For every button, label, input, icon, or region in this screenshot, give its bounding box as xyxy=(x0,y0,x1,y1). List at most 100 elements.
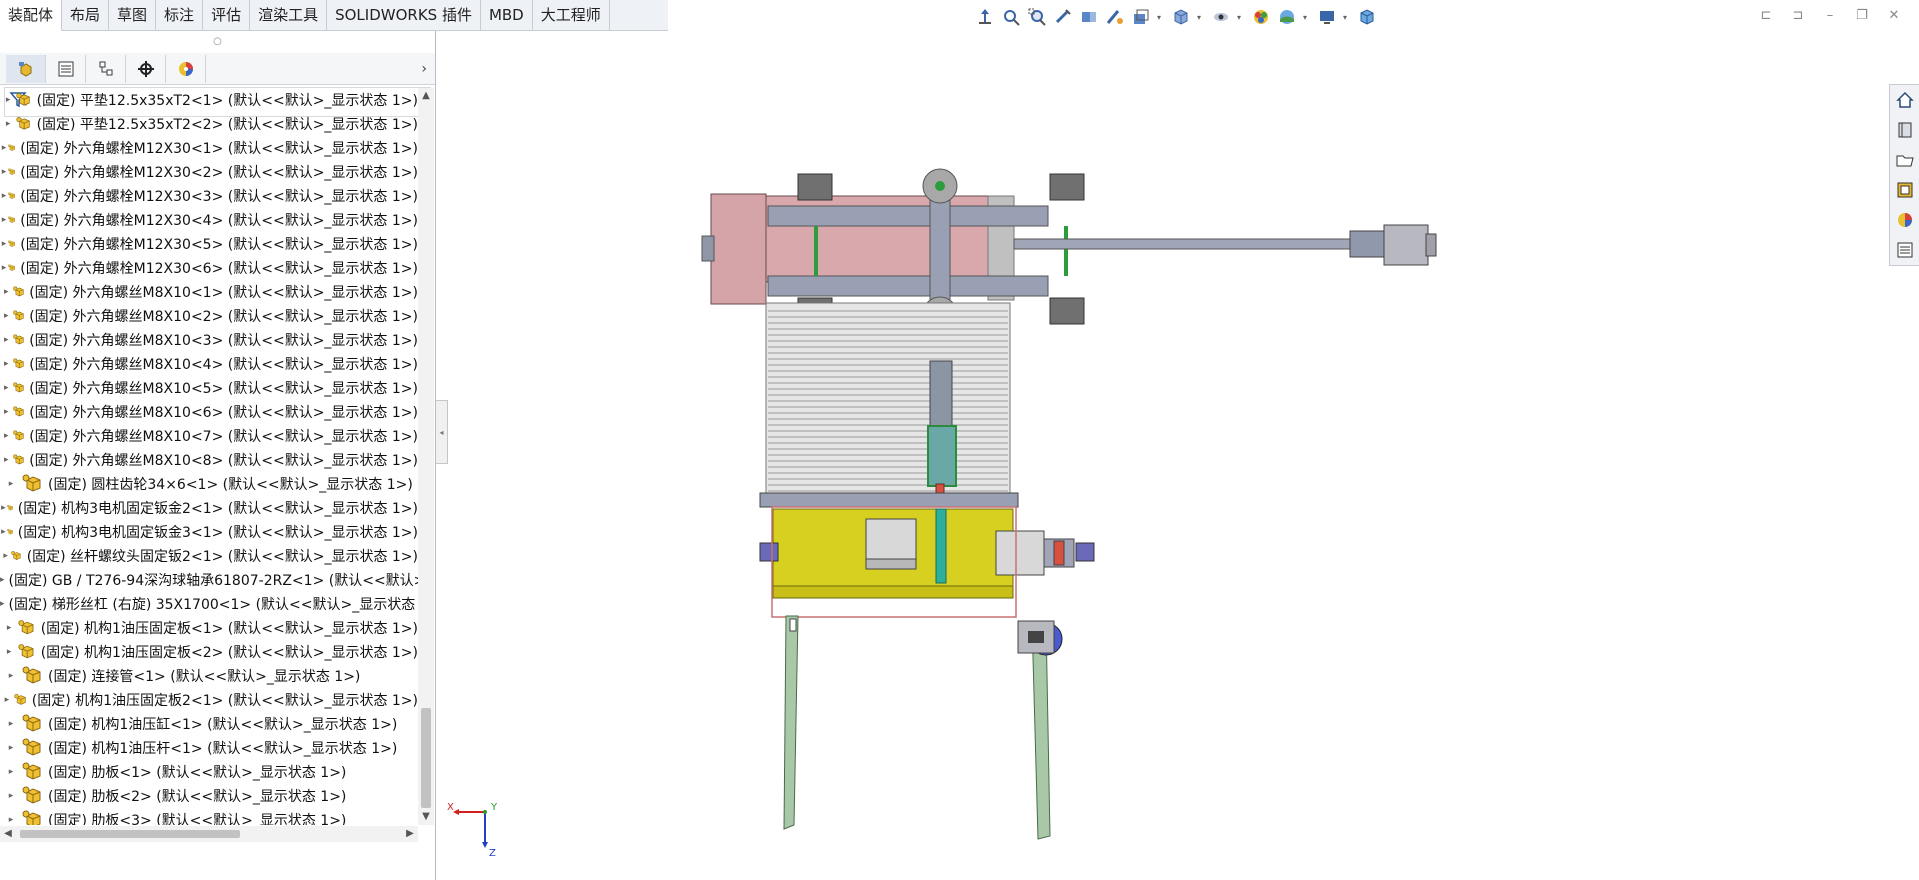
featuremanager-tree-icon[interactable] xyxy=(6,54,46,83)
tree-item[interactable]: ▸ (固定) 外六角螺丝M8X10<5> (默认<<默认>_显示状态 1>) xyxy=(0,376,418,400)
tree-item[interactable]: ▸ (固定) 平垫12.5x35xT2<1> (默认<<默认>_显示状态 1>) xyxy=(0,88,418,112)
tree-item[interactable]: ▸ (固定) 肋板<1> (默认<<默认>_显示状态 1>) xyxy=(0,760,418,784)
tree-item[interactable]: ▸ (固定) 机构1油压杆<1> (默认<<默认>_显示状态 1>) xyxy=(0,736,418,760)
view-settings-icon[interactable] xyxy=(1317,7,1337,27)
tab-5[interactable]: 渲染工具 xyxy=(250,0,328,31)
view-palette-icon[interactable] xyxy=(1890,175,1919,205)
dropdown-arrow-icon[interactable]: ▾ xyxy=(1237,13,1245,22)
expand-arrow-icon[interactable]: ▸ xyxy=(0,383,13,393)
expand-arrow-icon[interactable]: ▸ xyxy=(0,263,8,273)
edit-appearance-icon[interactable] xyxy=(1251,7,1271,27)
tree-item[interactable]: ▸ (固定) 肋板<2> (默认<<默认>_显示状态 1>) xyxy=(0,784,418,808)
dropdown-arrow-icon[interactable]: ▾ xyxy=(1157,13,1165,22)
tree-item[interactable]: ▸ (固定) 外六角螺栓M12X30<6> (默认<<默认>_显示状态 1>) xyxy=(0,256,418,280)
expand-arrow-icon[interactable]: ▸ xyxy=(0,527,7,537)
dynamic-annotation-icon[interactable] xyxy=(1105,7,1125,27)
scroll-down-icon[interactable]: ▼ xyxy=(418,809,434,825)
expand-arrow-icon[interactable]: ▸ xyxy=(0,695,14,705)
expand-arrow-icon[interactable]: ▸ xyxy=(0,647,18,657)
expand-arrow-icon[interactable]: ▸ xyxy=(0,503,7,513)
expand-arrow-icon[interactable]: ▸ xyxy=(0,623,18,633)
apply-scene-icon[interactable] xyxy=(1277,7,1297,27)
tree-item[interactable]: ▸ (固定) 机构3电机固定钣金2<1> (默认<<默认>_显示状态 1>) xyxy=(0,496,418,520)
expand-arrow-icon[interactable]: ▸ xyxy=(0,743,22,753)
propertymanager-icon[interactable] xyxy=(46,54,86,83)
scroll-up-icon[interactable]: ▲ xyxy=(418,88,434,104)
section-view-icon[interactable] xyxy=(1079,7,1099,27)
hide-show-icon[interactable] xyxy=(1211,7,1231,27)
tree-item[interactable]: ▸ (固定) 外六角螺丝M8X10<4> (默认<<默认>_显示状态 1>) xyxy=(0,352,418,376)
tree-item[interactable]: ▸ (固定) 连接管<1> (默认<<默认>_显示状态 1>) xyxy=(0,664,418,688)
tree-item[interactable]: ▸ (固定) 丝杆螺纹头固定钣2<1> (默认<<默认>_显示状态 1>) xyxy=(0,544,418,568)
expand-arrow-icon[interactable]: ▸ xyxy=(0,431,13,441)
restore-icon[interactable]: ❐ xyxy=(1853,6,1871,24)
tree-item[interactable]: ▸ (固定) 肋板<3> (默认<<默认>_显示状态 1>) xyxy=(0,808,418,825)
expand-arrow-icon[interactable]: ▸ xyxy=(0,599,5,609)
tree-vertical-scrollbar[interactable]: ▲ ▼ xyxy=(418,88,434,825)
tree-horizontal-scrollbar[interactable]: ◀ ▶ xyxy=(0,826,418,842)
expand-arrow-icon[interactable]: ▸ xyxy=(0,95,16,105)
design-library-icon[interactable] xyxy=(1890,115,1919,145)
tree-item[interactable]: ▸ (固定) 机构1油压缸<1> (默认<<默认>_显示状态 1>) xyxy=(0,712,418,736)
home-icon[interactable] xyxy=(1890,85,1919,115)
tree-item[interactable]: ▸ (固定) 机构1油压固定板2<1> (默认<<默认>_显示状态 1>) xyxy=(0,688,418,712)
expand-arrow-icon[interactable]: ▸ xyxy=(0,719,22,729)
tree-item[interactable]: ▸ (固定) 外六角螺栓M12X30<3> (默认<<默认>_显示状态 1>) xyxy=(0,184,418,208)
tab-6[interactable]: SOLIDWORKS 插件 xyxy=(327,0,481,31)
assembly-model[interactable] xyxy=(448,31,1889,880)
tree-item[interactable]: ▸ (固定) GB / T276-94深沟球轴承61807-2RZ<1> (默认<… xyxy=(0,568,418,592)
view-display-icon[interactable] xyxy=(1131,7,1151,27)
displaymanager-icon[interactable] xyxy=(166,54,206,83)
scroll-thumb[interactable] xyxy=(421,708,431,808)
expand-arrow-icon[interactable]: ▸ xyxy=(0,407,13,417)
dropdown-arrow-icon[interactable]: ▾ xyxy=(1343,13,1351,22)
tab-2[interactable]: 草图 xyxy=(109,0,157,31)
expand-arrow-icon[interactable]: ▸ xyxy=(0,287,13,297)
tree-item[interactable]: ▸ (固定) 外六角螺栓M12X30<5> (默认<<默认>_显示状态 1>) xyxy=(0,232,418,256)
expand-arrow-icon[interactable]: ▸ xyxy=(0,311,13,321)
configurationmanager-icon[interactable] xyxy=(86,54,126,83)
tree-item[interactable]: ▸ (固定) 机构1油压固定板<2> (默认<<默认>_显示状态 1>) xyxy=(0,640,418,664)
expand-arrow-icon[interactable]: ▸ xyxy=(0,335,13,345)
expand-arrow-icon[interactable]: ▸ xyxy=(0,575,5,585)
dropdown-arrow-icon[interactable]: ▾ xyxy=(1303,13,1311,22)
chevron-right-icon[interactable]: › xyxy=(421,61,427,77)
display-style-icon[interactable] xyxy=(1171,7,1191,27)
panel-collapse-handle[interactable]: ◂ xyxy=(436,400,448,464)
scroll-left-icon[interactable]: ◀ xyxy=(0,826,16,842)
tree-item[interactable]: ▸ (固定) 外六角螺丝M8X10<3> (默认<<默认>_显示状态 1>) xyxy=(0,328,418,352)
tree-item[interactable]: ▸ (固定) 梯形丝杠 (右旋) 35X1700<1> (默认<<默认>_显示状态… xyxy=(0,592,418,616)
expand-arrow-icon[interactable]: ▸ xyxy=(0,815,22,825)
expand-arrow-icon[interactable]: ▸ xyxy=(0,119,16,129)
minimize-icon[interactable]: – xyxy=(1821,6,1839,24)
tree-item[interactable]: ▸ (固定) 平垫12.5x35xT2<2> (默认<<默认>_显示状态 1>) xyxy=(0,112,418,136)
close-icon[interactable]: ✕ xyxy=(1885,6,1903,24)
expand-arrow-icon[interactable]: ▸ xyxy=(0,767,22,777)
panel-grip[interactable]: ○ xyxy=(0,31,435,53)
expand-arrow-icon[interactable]: ▸ xyxy=(0,671,22,681)
tile-right-icon[interactable]: ⊐ xyxy=(1789,6,1807,24)
tab-1[interactable]: 布局 xyxy=(62,0,110,31)
appearances-icon[interactable] xyxy=(1890,205,1919,235)
tree-item[interactable]: ▸ (固定) 外六角螺丝M8X10<7> (默认<<默认>_显示状态 1>) xyxy=(0,424,418,448)
tree-item[interactable]: ▸ (固定) 外六角螺栓M12X30<4> (默认<<默认>_显示状态 1>) xyxy=(0,208,418,232)
expand-arrow-icon[interactable]: ▸ xyxy=(0,791,22,801)
expand-arrow-icon[interactable]: ▸ xyxy=(0,359,13,369)
expand-arrow-icon[interactable]: ▸ xyxy=(0,143,8,153)
tab-7[interactable]: MBD xyxy=(481,0,533,31)
tile-left-icon[interactable]: ⊏ xyxy=(1757,6,1775,24)
tree-item[interactable]: ▸ (固定) 外六角螺丝M8X10<1> (默认<<默认>_显示状态 1>) xyxy=(0,280,418,304)
expand-arrow-icon[interactable]: ▸ xyxy=(0,239,8,249)
tree-item[interactable]: ▸ (固定) 机构3电机固定钣金3<1> (默认<<默认>_显示状态 1>) xyxy=(0,520,418,544)
tree-item[interactable]: ▸ (固定) 圆柱齿轮34×6<1> (默认<<默认>_显示状态 1>) xyxy=(0,472,418,496)
scroll-right-icon[interactable]: ▶ xyxy=(402,826,418,842)
3d-view-icon[interactable] xyxy=(1357,7,1377,27)
tree-item[interactable]: ▸ (固定) 外六角螺栓M12X30<1> (默认<<默认>_显示状态 1>) xyxy=(0,136,418,160)
graphics-area[interactable] xyxy=(448,31,1889,880)
tree-item[interactable]: ▸ (固定) 外六角螺丝M8X10<2> (默认<<默认>_显示状态 1>) xyxy=(0,304,418,328)
previous-view-icon[interactable] xyxy=(1053,7,1073,27)
scroll-thumb[interactable] xyxy=(20,830,240,838)
expand-arrow-icon[interactable]: ▸ xyxy=(0,215,8,225)
expand-arrow-icon[interactable]: ▸ xyxy=(0,167,8,177)
tree-item[interactable]: ▸ (固定) 机构1油压固定板<1> (默认<<默认>_显示状态 1>) xyxy=(0,616,418,640)
